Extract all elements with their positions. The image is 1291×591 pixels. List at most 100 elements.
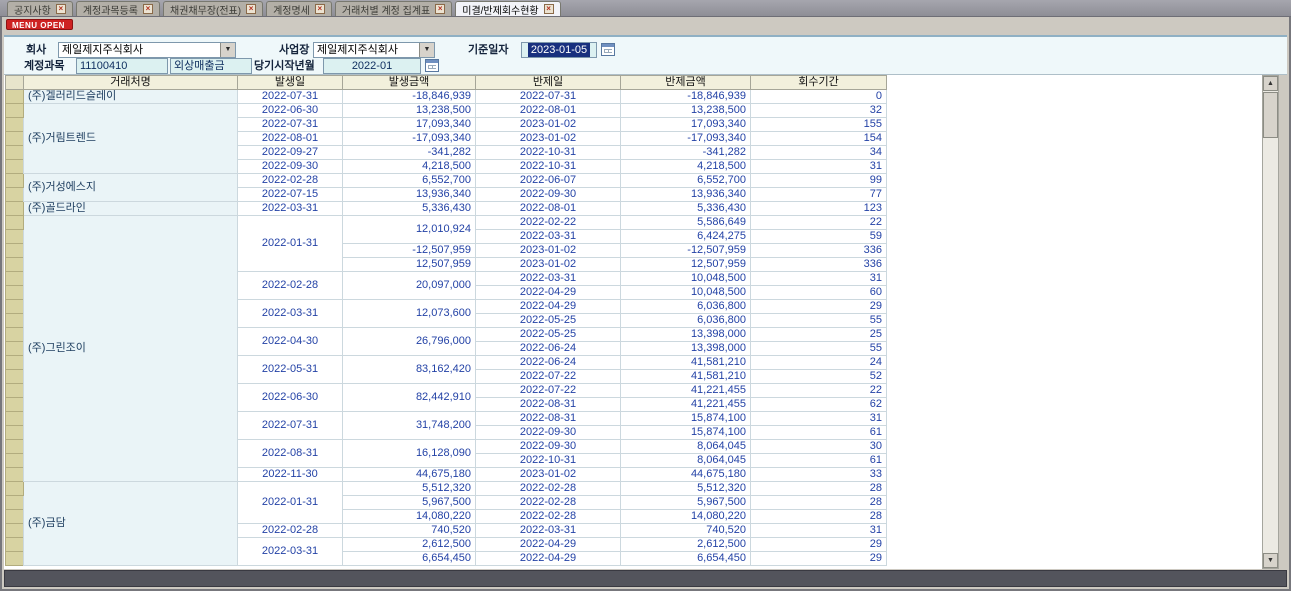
period-cell[interactable]: 336	[751, 258, 887, 272]
settle-amount-cell[interactable]: -12,507,959	[621, 244, 751, 258]
chevron-down-icon[interactable]: ▼	[419, 43, 434, 57]
settle-date-cell[interactable]: 2022-10-31	[476, 160, 621, 174]
settle-amount-cell[interactable]: 5,967,500	[621, 496, 751, 510]
column-header[interactable]: 회수기간	[751, 76, 887, 90]
settle-date-cell[interactable]: 2022-07-22	[476, 370, 621, 384]
row-indicator-cell[interactable]	[6, 426, 24, 440]
settle-date-cell[interactable]: 2022-08-01	[476, 202, 621, 216]
settle-date-cell[interactable]: 2022-06-07	[476, 174, 621, 188]
settle-date-cell[interactable]: 2022-09-30	[476, 426, 621, 440]
period-cell[interactable]: 55	[751, 342, 887, 356]
settle-date-cell[interactable]: 2023-01-02	[476, 468, 621, 482]
column-header[interactable]: 발생금액	[343, 76, 476, 90]
period-cell[interactable]: 154	[751, 132, 887, 146]
occur-date-cell[interactable]: 2022-02-28	[238, 524, 343, 538]
period-cell[interactable]: 34	[751, 146, 887, 160]
occur-date-cell[interactable]: 2022-08-31	[238, 440, 343, 468]
settle-amount-cell[interactable]: 2,612,500	[621, 538, 751, 552]
settle-amount-cell[interactable]: -18,846,939	[621, 90, 751, 104]
settle-amount-cell[interactable]: 6,424,275	[621, 230, 751, 244]
customer-name-cell[interactable]: (주)거림트렌드	[24, 104, 238, 174]
settle-date-cell[interactable]: 2023-01-02	[476, 132, 621, 146]
period-cell[interactable]: 28	[751, 496, 887, 510]
row-indicator-cell[interactable]	[6, 384, 24, 398]
tab-item[interactable]: 미결/반제회수현황×	[455, 1, 560, 16]
occur-date-cell[interactable]: 2022-07-31	[238, 412, 343, 440]
row-indicator-cell[interactable]	[6, 188, 24, 202]
row-indicator-cell[interactable]	[6, 454, 24, 468]
occur-amount-cell[interactable]: 5,967,500	[343, 496, 476, 510]
calendar-icon[interactable]	[601, 43, 615, 56]
settle-date-cell[interactable]: 2022-04-29	[476, 300, 621, 314]
row-indicator-cell[interactable]	[6, 90, 24, 104]
settle-date-cell[interactable]: 2022-08-31	[476, 398, 621, 412]
period-cell[interactable]: 22	[751, 384, 887, 398]
period-cell[interactable]: 52	[751, 370, 887, 384]
tab-item[interactable]: 공지사항×	[7, 1, 73, 16]
settle-amount-cell[interactable]: 10,048,500	[621, 272, 751, 286]
column-header[interactable]: 거래처명	[24, 76, 238, 90]
occur-amount-cell[interactable]: 12,010,924	[343, 216, 476, 244]
scroll-down-icon[interactable]: ▼	[1263, 553, 1278, 568]
settle-date-cell[interactable]: 2022-02-22	[476, 216, 621, 230]
occur-amount-cell[interactable]: 14,080,220	[343, 510, 476, 524]
row-indicator-cell[interactable]	[6, 174, 24, 188]
settle-amount-cell[interactable]: 8,064,045	[621, 440, 751, 454]
row-indicator-cell[interactable]	[6, 272, 24, 286]
row-indicator-cell[interactable]	[6, 398, 24, 412]
occur-amount-cell[interactable]: 6,552,700	[343, 174, 476, 188]
row-indicator-cell[interactable]	[6, 468, 24, 482]
period-cell[interactable]: 28	[751, 510, 887, 524]
occur-amount-cell[interactable]: 4,218,500	[343, 160, 476, 174]
scroll-up-icon[interactable]: ▲	[1263, 76, 1278, 91]
settle-date-cell[interactable]: 2023-01-02	[476, 258, 621, 272]
occur-date-cell[interactable]: 2022-03-31	[238, 300, 343, 328]
occur-date-cell[interactable]: 2022-08-01	[238, 132, 343, 146]
tab-item[interactable]: 거래처별 계정 집계표×	[335, 1, 452, 16]
tab-close-icon[interactable]: ×	[143, 4, 153, 14]
settle-amount-cell[interactable]: 41,581,210	[621, 356, 751, 370]
period-cell[interactable]: 60	[751, 286, 887, 300]
row-indicator-cell[interactable]	[6, 160, 24, 174]
tab-item[interactable]: 계정명세×	[266, 1, 332, 16]
settle-amount-cell[interactable]: 13,398,000	[621, 342, 751, 356]
settle-amount-cell[interactable]: 6,552,700	[621, 174, 751, 188]
occur-amount-cell[interactable]: 12,507,959	[343, 258, 476, 272]
settle-date-cell[interactable]: 2022-06-24	[476, 356, 621, 370]
period-cell[interactable]: 123	[751, 202, 887, 216]
row-indicator-cell[interactable]	[6, 132, 24, 146]
period-cell[interactable]: 28	[751, 482, 887, 496]
row-indicator-cell[interactable]	[6, 440, 24, 454]
occur-date-cell[interactable]: 2022-11-30	[238, 468, 343, 482]
period-cell[interactable]: 61	[751, 426, 887, 440]
settle-amount-cell[interactable]: 10,048,500	[621, 286, 751, 300]
customer-name-cell[interactable]: (주)겔러리드슬레이	[24, 90, 238, 104]
settle-date-cell[interactable]: 2022-03-31	[476, 272, 621, 286]
occur-date-cell[interactable]: 2022-06-30	[238, 384, 343, 412]
customer-name-cell[interactable]: (주)골드라인	[24, 202, 238, 216]
row-indicator-cell[interactable]	[6, 314, 24, 328]
settle-date-cell[interactable]: 2023-01-02	[476, 244, 621, 258]
account-code-input[interactable]: 11100410	[76, 58, 168, 74]
settle-amount-cell[interactable]: 6,036,800	[621, 314, 751, 328]
occur-date-cell[interactable]: 2022-03-31	[238, 202, 343, 216]
settle-date-cell[interactable]: 2022-10-31	[476, 146, 621, 160]
settle-amount-cell[interactable]: 4,218,500	[621, 160, 751, 174]
occur-date-cell[interactable]: 2022-04-30	[238, 328, 343, 356]
period-cell[interactable]: 24	[751, 356, 887, 370]
settle-date-cell[interactable]: 2022-02-28	[476, 496, 621, 510]
horizontal-scrollbar[interactable]	[4, 570, 1287, 587]
row-indicator-cell[interactable]	[6, 230, 24, 244]
period-cell[interactable]: 22	[751, 216, 887, 230]
period-cell[interactable]: 55	[751, 314, 887, 328]
row-indicator-cell[interactable]	[6, 104, 24, 118]
period-cell[interactable]: 31	[751, 524, 887, 538]
settle-amount-cell[interactable]: 6,654,450	[621, 552, 751, 566]
settle-date-cell[interactable]: 2022-04-29	[476, 552, 621, 566]
tab-close-icon[interactable]: ×	[435, 4, 445, 14]
occur-amount-cell[interactable]: 17,093,340	[343, 118, 476, 132]
row-indicator-cell[interactable]	[6, 286, 24, 300]
menu-open-button[interactable]: MENU OPEN	[6, 19, 73, 30]
row-indicator-cell[interactable]	[6, 412, 24, 426]
tab-item[interactable]: 계정과목등록×	[76, 1, 160, 16]
